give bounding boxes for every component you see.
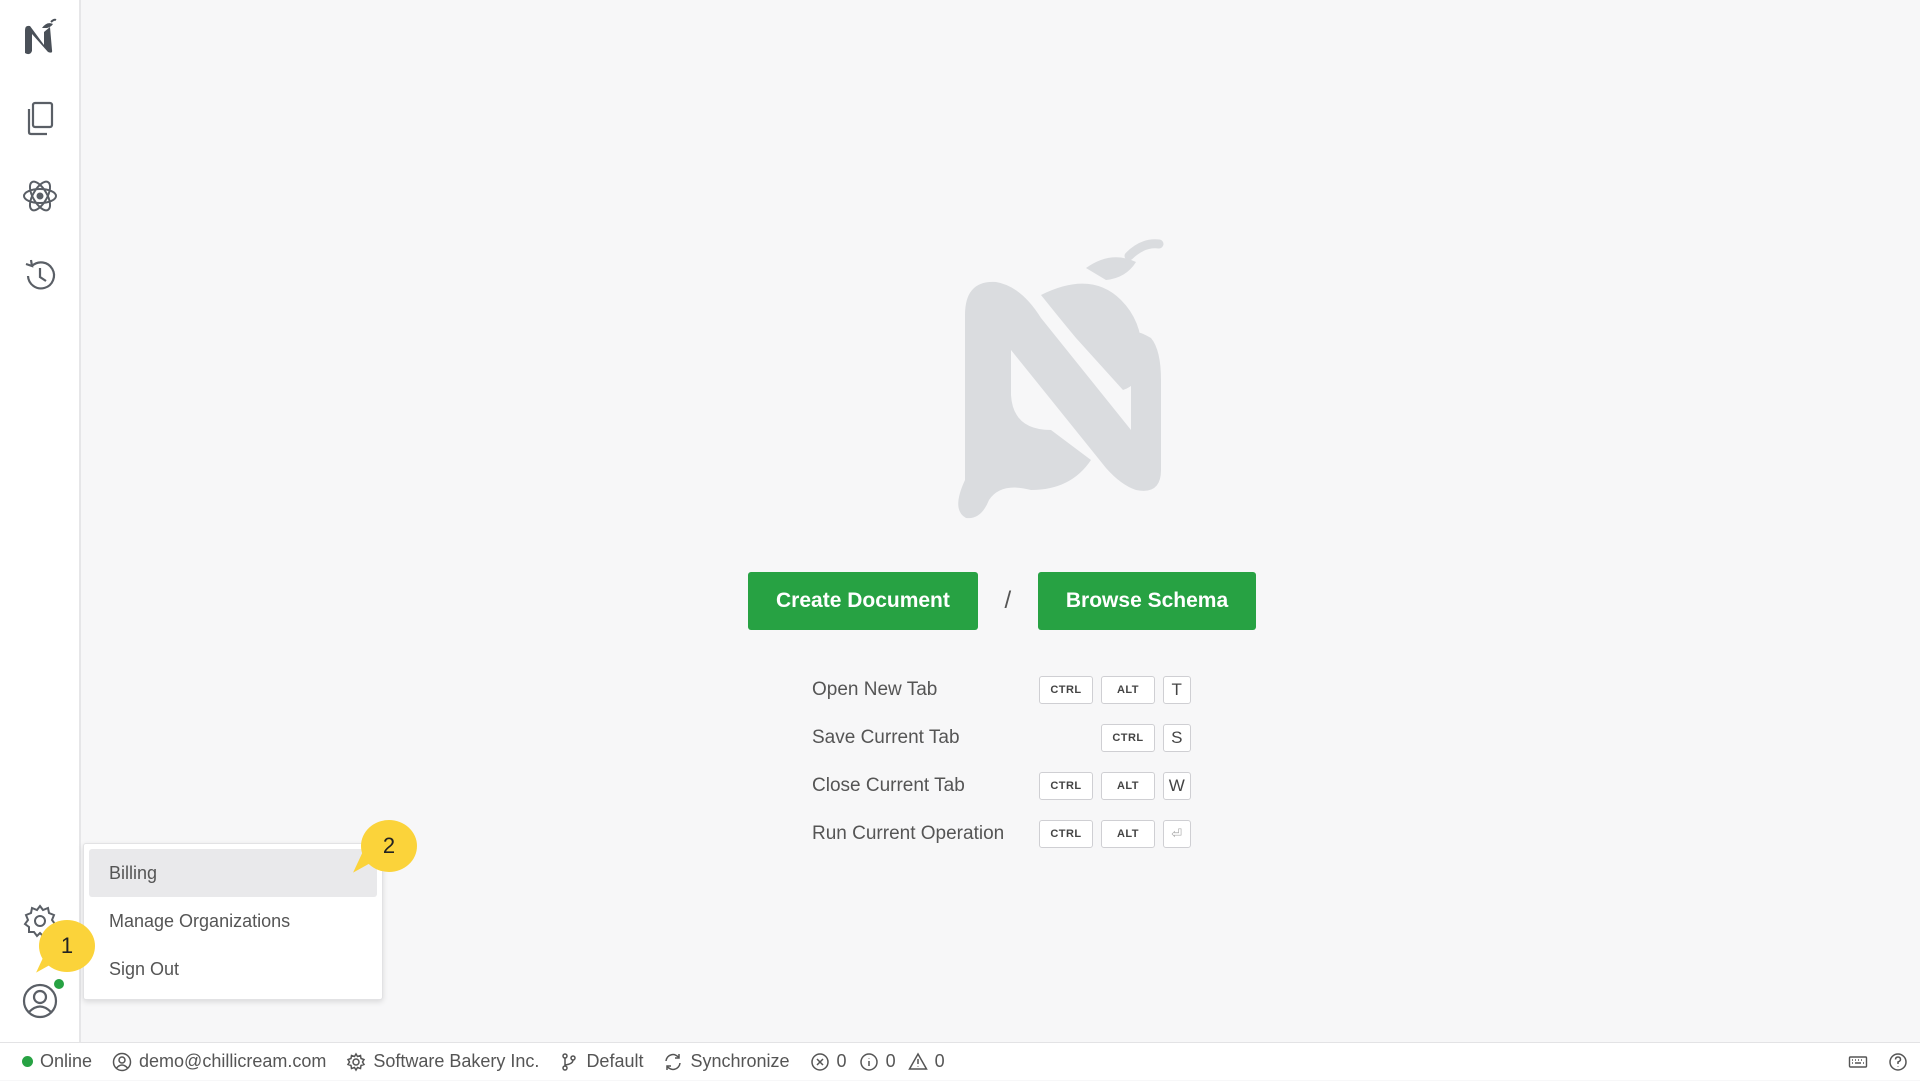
shortcut-label: Close Current Tab [812, 775, 965, 796]
cta-row: Create Document / Browse Schema [748, 572, 1257, 630]
keyboard-icon[interactable] [1848, 1052, 1868, 1072]
create-document-button[interactable]: Create Document [748, 572, 978, 630]
environment-name: Default [586, 1051, 644, 1071]
error-circle-icon [810, 1052, 829, 1071]
info-count: 0 [885, 1051, 896, 1071]
info-circle-icon [859, 1052, 878, 1071]
account-menu: Billing Manage Organizations Sign Out [83, 843, 383, 1000]
error-count: 0 [836, 1051, 847, 1071]
key-ctrl: CTRL [1039, 772, 1093, 800]
chili-n-logo-icon [24, 18, 56, 55]
chili-n-logo-icon [958, 239, 1164, 519]
status-bar: Online demo@chillicream.com Software Bak… [0, 1042, 1920, 1080]
documents-button[interactable] [0, 86, 79, 150]
status-errors[interactable]: 0 [810, 1051, 847, 1072]
browse-schema-button[interactable]: Browse Schema [1037, 572, 1257, 630]
step-badge-2: 2 [361, 820, 417, 872]
menu-item-billing[interactable]: Billing [89, 849, 377, 897]
status-warnings[interactable]: 0 [907, 1051, 945, 1072]
key-w: W [1163, 772, 1191, 800]
organization-name: Software Bakery Inc. [373, 1051, 540, 1071]
account-email: demo@chillicream.com [139, 1051, 327, 1071]
warning-triangle-icon [907, 1051, 928, 1070]
help-icon[interactable] [1888, 1052, 1908, 1072]
status-connection[interactable]: Online [22, 1051, 92, 1072]
status-environment[interactable]: Default [559, 1051, 643, 1072]
history-button[interactable] [0, 244, 79, 308]
account-button[interactable] [0, 969, 79, 1033]
key-s: S [1163, 724, 1191, 752]
shortcut-label: Open New Tab [812, 679, 938, 700]
key-enter: ⏎ [1163, 820, 1191, 848]
shortcut-label: Save Current Tab [812, 727, 960, 748]
menu-item-manage-organizations[interactable]: Manage Organizations [89, 897, 377, 945]
step-badge-1: 1 [39, 920, 95, 972]
shortcut-label: Run Current Operation [812, 823, 1005, 844]
branch-icon [562, 1052, 577, 1071]
user-circle-icon [112, 1052, 132, 1071]
shortcut-run-current-operation: Run Current Operation CTRL ALT ⏎ [812, 810, 1272, 858]
key-alt: ALT [1101, 676, 1155, 704]
documents-icon [27, 101, 53, 136]
key-ctrl: CTRL [1039, 676, 1093, 704]
key-t: T [1163, 676, 1191, 704]
online-indicator [52, 977, 66, 991]
synchronize-label: Synchronize [690, 1051, 790, 1071]
sidebar [0, 0, 81, 1042]
menu-item-sign-out[interactable]: Sign Out [89, 945, 377, 993]
status-organization[interactable]: Software Bakery Inc. [346, 1051, 539, 1072]
sync-icon [665, 1053, 682, 1070]
key-alt: ALT [1101, 772, 1155, 800]
cta-separator: / [1004, 587, 1012, 614]
status-bar-right [1848, 1043, 1908, 1081]
shortcut-list: Open New Tab CTRL ALT T Save Current Tab… [812, 666, 1272, 858]
connection-label: Online [40, 1051, 93, 1071]
shortcut-open-new-tab: Open New Tab CTRL ALT T [812, 666, 1272, 714]
status-account[interactable]: demo@chillicream.com [112, 1051, 326, 1072]
app-logo-button[interactable] [0, 6, 79, 70]
warning-count: 0 [934, 1051, 945, 1071]
shortcut-close-current-tab: Close Current Tab CTRL ALT W [812, 762, 1272, 810]
key-ctrl: CTRL [1039, 820, 1093, 848]
atom-icon [22, 180, 57, 212]
shortcut-save-current-tab: Save Current Tab CTRL S [812, 714, 1272, 762]
key-ctrl: CTRL [1101, 724, 1155, 752]
api-button[interactable] [0, 164, 79, 228]
organization-gear-icon [347, 1052, 366, 1071]
history-icon [25, 259, 55, 290]
status-infos[interactable]: 0 [859, 1051, 896, 1072]
key-alt: ALT [1101, 820, 1155, 848]
online-dot-icon [22, 1056, 33, 1067]
status-synchronize[interactable]: Synchronize [663, 1051, 790, 1072]
